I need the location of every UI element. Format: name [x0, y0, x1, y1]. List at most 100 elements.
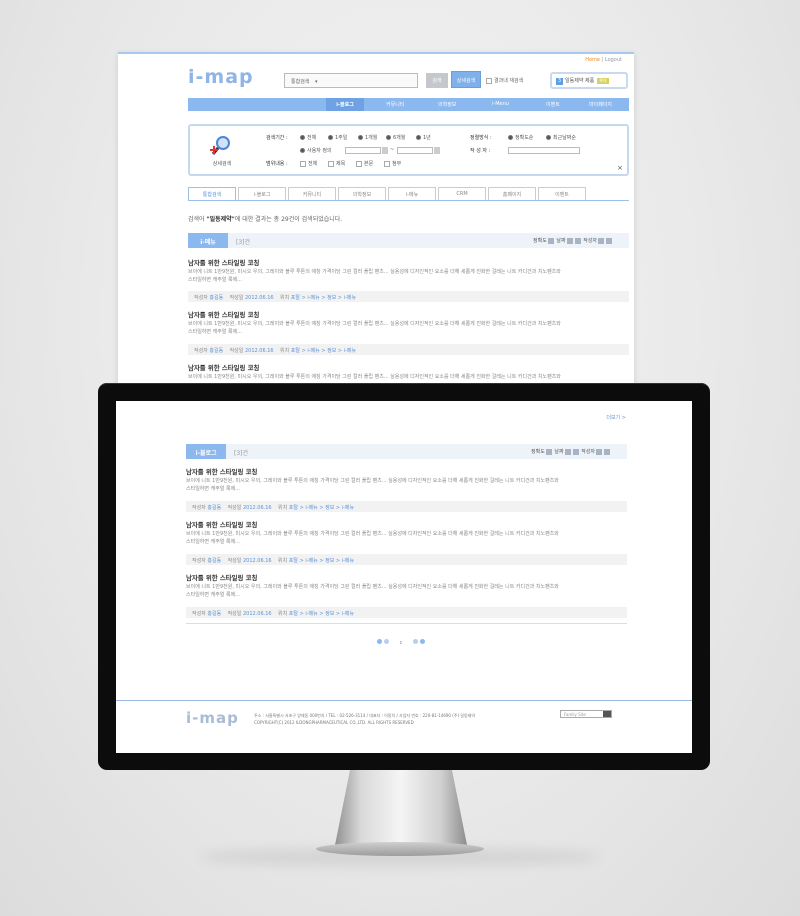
- sort-toggle-icon[interactable]: [564, 448, 571, 455]
- first-page-icon[interactable]: [377, 639, 382, 644]
- gnb-item-community[interactable]: 커뮤니티: [386, 101, 404, 108]
- search-button[interactable]: 검색: [426, 73, 448, 88]
- result-desc: 브이에 니트 1만9천원, 미시오 우의, 그레이와 블루 투톤의 애칭 가격이…: [188, 374, 561, 380]
- sort-toggle-icon[interactable]: [598, 237, 605, 244]
- period-all[interactable]: 전체: [300, 134, 316, 141]
- checkbox-icon: [328, 160, 334, 167]
- pagination: c: [376, 639, 426, 646]
- sort-toggle-icon[interactable]: [574, 237, 581, 244]
- section-count: [3]건: [236, 239, 251, 246]
- checkbox-icon: [300, 160, 306, 167]
- sort-label: 정렬방식 :: [470, 135, 492, 141]
- section-tag: i-메뉴: [188, 233, 228, 248]
- period-6month[interactable]: 6개월: [386, 134, 405, 141]
- author-input[interactable]: [508, 147, 580, 154]
- more-link[interactable]: 더보기 >: [606, 414, 626, 421]
- family-site-select[interactable]: Family Site: [560, 710, 612, 718]
- date-from-input[interactable]: [345, 147, 381, 154]
- result-desc: 브이에 니트 1만9천원, 미시오 우의, 그레이와 블루 투톤의 애칭 가격이…: [186, 478, 559, 492]
- calendar-icon[interactable]: [434, 147, 440, 154]
- tab-community[interactable]: 커뮤니티: [288, 187, 336, 200]
- last-page-icon[interactable]: [419, 639, 425, 644]
- footer: i-map 주소 : 서울특별시 서초구 양재동 000번지 / TEL : 0…: [116, 700, 692, 753]
- detail-search-icon-wrap: 상세검색: [202, 134, 242, 167]
- result-title[interactable]: 남자를 위한 스타일링 코칭: [186, 573, 257, 582]
- top-links-sep: |: [601, 57, 604, 63]
- sort-toggle-icon[interactable]: [604, 448, 611, 455]
- sort-toggle-icon[interactable]: [606, 237, 613, 244]
- recent-keyword-text: 일동제약 제품: [565, 78, 595, 84]
- gnb-item-blog[interactable]: i-블로그: [326, 98, 364, 111]
- gnb-item-event[interactable]: 이벤트: [546, 101, 560, 108]
- recent-keyword-box[interactable]: 3 일동제약 제품 확대: [550, 72, 628, 89]
- scope-body[interactable]: 본문: [356, 160, 373, 167]
- period-label: 검색기간 :: [266, 135, 288, 141]
- close-icon[interactable]: ×: [617, 164, 623, 172]
- magnifier-plus-icon: [210, 136, 230, 155]
- date-to-input[interactable]: [397, 147, 433, 154]
- search-select[interactable]: 통합검색 ▾: [284, 73, 418, 88]
- tab-imenu[interactable]: i-메뉴: [388, 187, 436, 200]
- sort-accuracy[interactable]: 정확도순: [508, 134, 533, 141]
- result-title[interactable]: 남자를 위한 스타일링 코칭: [186, 467, 257, 476]
- monitor-stand-neck: [334, 770, 468, 850]
- result-desc: 브이에 니트 1만9천원, 미시오 우의, 그레이와 블루 투톤의 애칭 가격이…: [186, 531, 559, 545]
- period-1month[interactable]: 1개월: [358, 134, 377, 141]
- radio-icon: [300, 135, 305, 140]
- radio-icon: [358, 135, 363, 140]
- next-page-icon[interactable]: [412, 639, 418, 644]
- gnb-item-medical[interactable]: 의학정보: [438, 101, 456, 108]
- tab-crm[interactable]: CRM: [438, 187, 486, 200]
- footer-logo[interactable]: i-map: [186, 709, 239, 727]
- result-desc: 브이에 니트 1만9천원, 미시오 우의, 그레이와 블루 투톤의 애칭 가격이…: [186, 584, 559, 598]
- radio-icon: [508, 135, 513, 140]
- result-meta: 작성자 홍길동 작성일 2012.06.16 위치 포탈 > i-메뉴 > 정보…: [186, 501, 627, 512]
- calendar-icon[interactable]: [382, 147, 388, 154]
- paper-page: Home | Logout i-map 통합검색 ▾ 검색 상세검색 결과내 재…: [118, 52, 634, 412]
- sort-toggle-icon[interactable]: [566, 237, 573, 244]
- chevron-down-icon: [603, 711, 611, 717]
- sort-toggle-icon[interactable]: [596, 448, 603, 455]
- site-logo[interactable]: i-map: [188, 66, 254, 88]
- chevron-down-icon: ▾: [315, 79, 318, 85]
- sort-toggle-icon[interactable]: [545, 448, 552, 455]
- recent-number-badge: 3: [556, 78, 563, 85]
- scope-all[interactable]: 전체: [300, 160, 317, 167]
- result-meta: 작성자 홍길동 작성일 2012.06.16 위치 포탈 > i-메뉴 > 정보…: [186, 607, 627, 618]
- author-label: 작 성 자 :: [470, 148, 491, 154]
- result-title[interactable]: 남자를 위한 스타일링 코칭: [186, 520, 257, 529]
- scope-attach[interactable]: 첨부: [384, 160, 401, 167]
- radio-icon: [328, 135, 333, 140]
- tab-medical[interactable]: 의학정보: [338, 187, 386, 200]
- research-checkbox[interactable]: [486, 77, 492, 84]
- detail-search-button[interactable]: 상세검색: [451, 71, 481, 88]
- home-link[interactable]: Home: [585, 57, 600, 63]
- tab-homepage[interactable]: 홈페이지: [488, 187, 536, 200]
- logout-link[interactable]: Logout: [605, 57, 622, 63]
- gnb-item-imenu[interactable]: i-Menu: [492, 101, 509, 107]
- period-custom[interactable]: 사용자 정의: [300, 147, 332, 154]
- scope-label: 범위내용 :: [266, 161, 288, 167]
- monitor-frame: 더보기 > i-블로그 [3]건 정확도 날짜 작성자 남자를 위한 스타일링 …: [98, 383, 710, 770]
- sort-toggle-icon[interactable]: [572, 448, 579, 455]
- result-title[interactable]: 남자를 위한 스타일링 코칭: [188, 310, 259, 319]
- result-meta: 작성자 홍길동 작성일 2012.06.16 위치 포탈 > i-메뉴 > 정보…: [188, 344, 629, 355]
- sort-toggle-icon[interactable]: [547, 237, 554, 244]
- checkbox-icon: [356, 160, 362, 167]
- sort-recent[interactable]: 최근날짜순: [546, 134, 576, 141]
- tab-event[interactable]: 이벤트: [538, 187, 586, 200]
- search-select-label: 통합검색: [291, 79, 310, 85]
- prev-page-icon[interactable]: [384, 639, 389, 644]
- period-1week[interactable]: 1주일: [328, 134, 347, 141]
- checkbox-icon: [384, 160, 390, 167]
- scope-title[interactable]: 제목: [328, 160, 345, 167]
- current-page[interactable]: c: [400, 640, 403, 646]
- section-count: [3]건: [234, 450, 249, 457]
- tab-all[interactable]: 통합검색: [188, 187, 236, 200]
- result-title[interactable]: 남자를 위한 스타일링 코칭: [188, 363, 259, 372]
- gnb-item-mypage[interactable]: 마이페이지: [589, 101, 612, 108]
- research-checkbox-wrap[interactable]: 결과내 재검색: [486, 77, 523, 84]
- tab-blog[interactable]: i-블로그: [238, 187, 286, 200]
- result-title[interactable]: 남자를 위한 스타일링 코칭: [188, 258, 259, 267]
- period-1year[interactable]: 1년: [416, 134, 431, 141]
